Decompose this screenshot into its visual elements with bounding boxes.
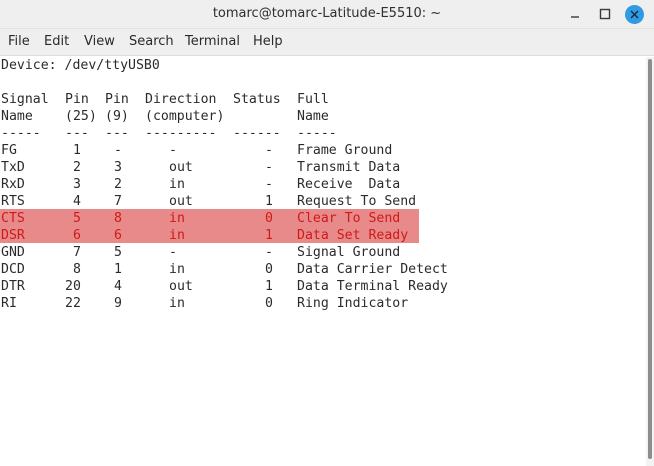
cell-status: 1: [265, 194, 273, 209]
cell-pin25: 2: [73, 160, 81, 175]
cell-pin9: 3: [114, 160, 122, 175]
header-full: Full: [297, 92, 329, 107]
close-icon: [630, 10, 639, 19]
cell-full: Ring Indicator: [297, 296, 409, 311]
menu-terminal[interactable]: Terminal: [185, 34, 240, 49]
cell-pin25: 3: [73, 177, 81, 192]
cell-status: -: [265, 160, 273, 175]
cell-full: Data Carrier Detect: [297, 262, 448, 277]
cell-full: Clear To Send: [297, 211, 401, 226]
cell-status: 0: [265, 211, 273, 226]
minimize-icon: [571, 16, 579, 18]
menu-search[interactable]: Search: [129, 34, 174, 49]
window-title: tomarc@tomarc-Latitude-E5510: ~: [212, 6, 442, 21]
menu-bar: File Edit View Search Terminal Help: [0, 29, 654, 56]
cell-signal: RTS: [1, 194, 25, 209]
cell-pin25: 22: [65, 296, 81, 311]
header-pin9: Pin: [105, 92, 129, 107]
cell-pin25: 5: [73, 211, 81, 226]
cell-pin9: 9: [114, 296, 122, 311]
cell-signal: DTR: [1, 279, 25, 294]
cell-signal: GND: [1, 245, 25, 260]
menu-file[interactable]: File: [8, 34, 30, 49]
header-status: Status: [233, 92, 281, 107]
cell-pin25: 4: [73, 194, 81, 209]
cell-pin9: 1: [114, 262, 122, 277]
cell-direction: in: [169, 228, 185, 243]
table-separator: ----- --- --- --------- ------ -----: [1, 125, 337, 142]
cell-signal: TxD: [1, 160, 25, 175]
cell-status: 0: [265, 262, 273, 277]
separator-pin9: ---: [105, 126, 129, 141]
cell-full: Frame Ground: [297, 143, 393, 158]
cell-full: Receive Data: [297, 177, 401, 192]
device-line: Device: /dev/ttyUSB0: [1, 58, 160, 73]
header-full-sub: Name: [297, 109, 329, 124]
header-signal: Signal: [1, 92, 49, 107]
cell-signal: FG: [1, 143, 17, 158]
cell-status: -: [265, 143, 273, 158]
cell-direction: out: [169, 279, 193, 294]
cell-signal: RI: [1, 296, 17, 311]
minimize-button[interactable]: [566, 5, 584, 23]
separator-direction: ---------: [145, 126, 217, 141]
cell-status: -: [265, 245, 273, 260]
header-name: Name: [1, 109, 33, 124]
cell-pin25: 20: [65, 279, 81, 294]
maximize-button[interactable]: [596, 5, 614, 23]
cell-pin9: 4: [114, 279, 122, 294]
table-header-row-1: Signal Pin Pin Direction Status Full: [1, 91, 329, 108]
header-direction-sub: (computer): [145, 109, 225, 124]
menu-view[interactable]: View: [84, 34, 115, 49]
cell-pin9: 6: [114, 228, 122, 243]
cell-direction: in: [169, 296, 185, 311]
header-direction: Direction: [145, 92, 217, 107]
cell-direction: out: [169, 160, 193, 175]
cell-full: Request To Send: [297, 194, 417, 209]
separator-status: ------: [233, 126, 281, 141]
close-button[interactable]: [625, 5, 644, 24]
separator-pin25: ---: [65, 126, 89, 141]
menu-edit[interactable]: Edit: [44, 34, 69, 49]
cell-pin9: 5: [114, 245, 122, 260]
cell-signal: DCD: [1, 262, 25, 277]
cell-pin25: 7: [73, 245, 81, 260]
separator-signal: -----: [1, 126, 41, 141]
cell-direction: in: [169, 262, 185, 277]
cell-direction: in: [169, 211, 185, 226]
header-pin9-sub: (9): [105, 109, 129, 124]
cell-pin9: 8: [114, 211, 122, 226]
cell-status: 1: [265, 279, 273, 294]
cell-full: Transmit Data: [297, 160, 401, 175]
window-titlebar[interactable]: tomarc@tomarc-Latitude-E5510: ~: [0, 0, 654, 29]
table-header-row-2: Name (25) (9) (computer) Name: [1, 108, 329, 125]
cell-status: 1: [265, 228, 273, 243]
header-pin25-sub: (25): [65, 109, 97, 124]
cell-full: Data Terminal Ready: [297, 279, 448, 294]
cell-status: 0: [265, 296, 273, 311]
cell-direction: -: [169, 245, 177, 260]
scrollbar-thumb[interactable]: [648, 59, 652, 459]
header-pin25: Pin: [65, 92, 89, 107]
cell-pin25: 6: [73, 228, 81, 243]
cell-full: Signal Ground: [297, 245, 401, 260]
cell-pin9: -: [114, 143, 122, 158]
cell-full: Data Set Ready: [297, 228, 409, 243]
separator-full: -----: [297, 126, 337, 141]
cell-status: -: [265, 177, 273, 192]
terminal-scrollbar[interactable]: [646, 57, 654, 466]
cell-pin9: 7: [114, 194, 122, 209]
cell-signal: DSR: [1, 228, 25, 243]
cell-pin25: 8: [73, 262, 81, 277]
cell-pin25: 1: [73, 143, 81, 158]
terminal-output[interactable]: Device: /dev/ttyUSB0 Signal Pin Pin Dire…: [0, 57, 646, 466]
menu-help[interactable]: Help: [253, 34, 283, 49]
cell-signal: CTS: [1, 211, 25, 226]
maximize-icon: [599, 8, 611, 20]
cell-direction: -: [169, 143, 177, 158]
cell-signal: RxD: [1, 177, 25, 192]
cell-direction: out: [169, 194, 193, 209]
cell-pin9: 2: [114, 177, 122, 192]
cell-direction: in: [169, 177, 185, 192]
